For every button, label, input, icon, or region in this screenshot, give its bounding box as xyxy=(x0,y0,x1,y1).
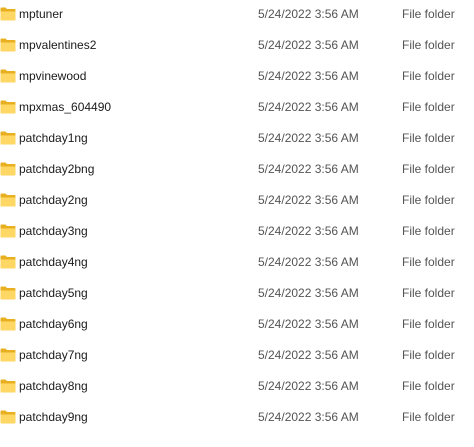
file-row[interactable]: patchday5ng 5/24/2022 3:56 AM File folde… xyxy=(0,281,474,305)
file-row[interactable]: patchday6ng 5/24/2022 3:56 AM File folde… xyxy=(0,312,474,336)
file-type: File folder xyxy=(402,131,455,145)
file-row[interactable]: patchday1ng 5/24/2022 3:56 AM File folde… xyxy=(0,126,474,150)
file-type: File folder xyxy=(402,410,455,424)
file-type: File folder xyxy=(402,348,455,362)
file-name: mpvalentines2 xyxy=(19,38,97,52)
file-row[interactable]: patchday7ng 5/24/2022 3:56 AM File folde… xyxy=(0,343,474,367)
file-name: patchday9ng xyxy=(19,410,88,424)
folder-icon xyxy=(0,410,16,424)
file-date-modified: 5/24/2022 3:56 AM xyxy=(258,410,359,424)
file-type: File folder xyxy=(402,69,455,83)
file-name: patchday5ng xyxy=(19,286,88,300)
folder-icon xyxy=(0,162,16,176)
file-row[interactable]: patchday2ng 5/24/2022 3:56 AM File folde… xyxy=(0,188,474,212)
file-name: mpvinewood xyxy=(19,69,87,83)
file-row[interactable]: mpvinewood 5/24/2022 3:56 AM File folder xyxy=(0,64,474,88)
file-date-modified: 5/24/2022 3:56 AM xyxy=(258,7,359,21)
file-type: File folder xyxy=(402,38,455,52)
file-name: patchday8ng xyxy=(19,379,88,393)
file-name: patchday7ng xyxy=(19,348,88,362)
folder-icon xyxy=(0,348,16,362)
folder-icon xyxy=(0,131,16,145)
folder-icon xyxy=(0,193,16,207)
file-date-modified: 5/24/2022 3:56 AM xyxy=(258,317,359,331)
file-name: mpxmas_604490 xyxy=(19,100,112,114)
file-type: File folder xyxy=(402,162,455,176)
folder-icon xyxy=(0,255,16,269)
file-row[interactable]: mpxmas_604490 5/24/2022 3:56 AM File fol… xyxy=(0,95,474,119)
folder-icon xyxy=(0,286,16,300)
file-name: patchday2ng xyxy=(19,193,88,207)
folder-icon xyxy=(0,7,16,21)
folder-icon xyxy=(0,69,16,83)
file-row[interactable]: patchday4ng 5/24/2022 3:56 AM File folde… xyxy=(0,250,474,274)
file-type: File folder xyxy=(402,379,455,393)
file-name: patchday1ng xyxy=(19,131,88,145)
file-date-modified: 5/24/2022 3:56 AM xyxy=(258,255,359,269)
file-row[interactable]: patchday2bng 5/24/2022 3:56 AM File fold… xyxy=(0,157,474,181)
file-date-modified: 5/24/2022 3:56 AM xyxy=(258,348,359,362)
file-date-modified: 5/24/2022 3:56 AM xyxy=(258,100,359,114)
folder-icon xyxy=(0,38,16,52)
file-name: patchday3ng xyxy=(19,224,88,238)
file-date-modified: 5/24/2022 3:56 AM xyxy=(258,69,359,83)
file-type: File folder xyxy=(402,224,455,238)
file-name: patchday6ng xyxy=(19,317,88,331)
file-date-modified: 5/24/2022 3:56 AM xyxy=(258,379,359,393)
file-type: File folder xyxy=(402,286,455,300)
file-name: patchday2bng xyxy=(19,162,95,176)
file-row[interactable]: patchday8ng 5/24/2022 3:56 AM File folde… xyxy=(0,374,474,398)
folder-icon xyxy=(0,379,16,393)
file-row[interactable]: mpvalentines2 5/24/2022 3:56 AM File fol… xyxy=(0,33,474,57)
folder-icon xyxy=(0,100,16,114)
file-date-modified: 5/24/2022 3:56 AM xyxy=(258,224,359,238)
file-type: File folder xyxy=(402,100,455,114)
file-type: File folder xyxy=(402,193,455,207)
file-type: File folder xyxy=(402,317,455,331)
file-date-modified: 5/24/2022 3:56 AM xyxy=(258,193,359,207)
file-date-modified: 5/24/2022 3:56 AM xyxy=(258,38,359,52)
folder-icon xyxy=(0,317,16,331)
file-row[interactable]: mptuner 5/24/2022 3:56 AM File folder xyxy=(0,2,474,26)
file-list: mptuner 5/24/2022 3:56 AM File folder mp… xyxy=(0,0,474,447)
file-type: File folder xyxy=(402,255,455,269)
file-date-modified: 5/24/2022 3:56 AM xyxy=(258,162,359,176)
file-date-modified: 5/24/2022 3:56 AM xyxy=(258,286,359,300)
file-name: patchday4ng xyxy=(19,255,88,269)
file-type: File folder xyxy=(402,7,455,21)
file-row[interactable]: patchday3ng 5/24/2022 3:56 AM File folde… xyxy=(0,219,474,243)
file-date-modified: 5/24/2022 3:56 AM xyxy=(258,131,359,145)
file-name: mptuner xyxy=(19,7,64,21)
file-row[interactable]: patchday9ng 5/24/2022 3:56 AM File folde… xyxy=(0,405,474,429)
folder-icon xyxy=(0,224,16,238)
